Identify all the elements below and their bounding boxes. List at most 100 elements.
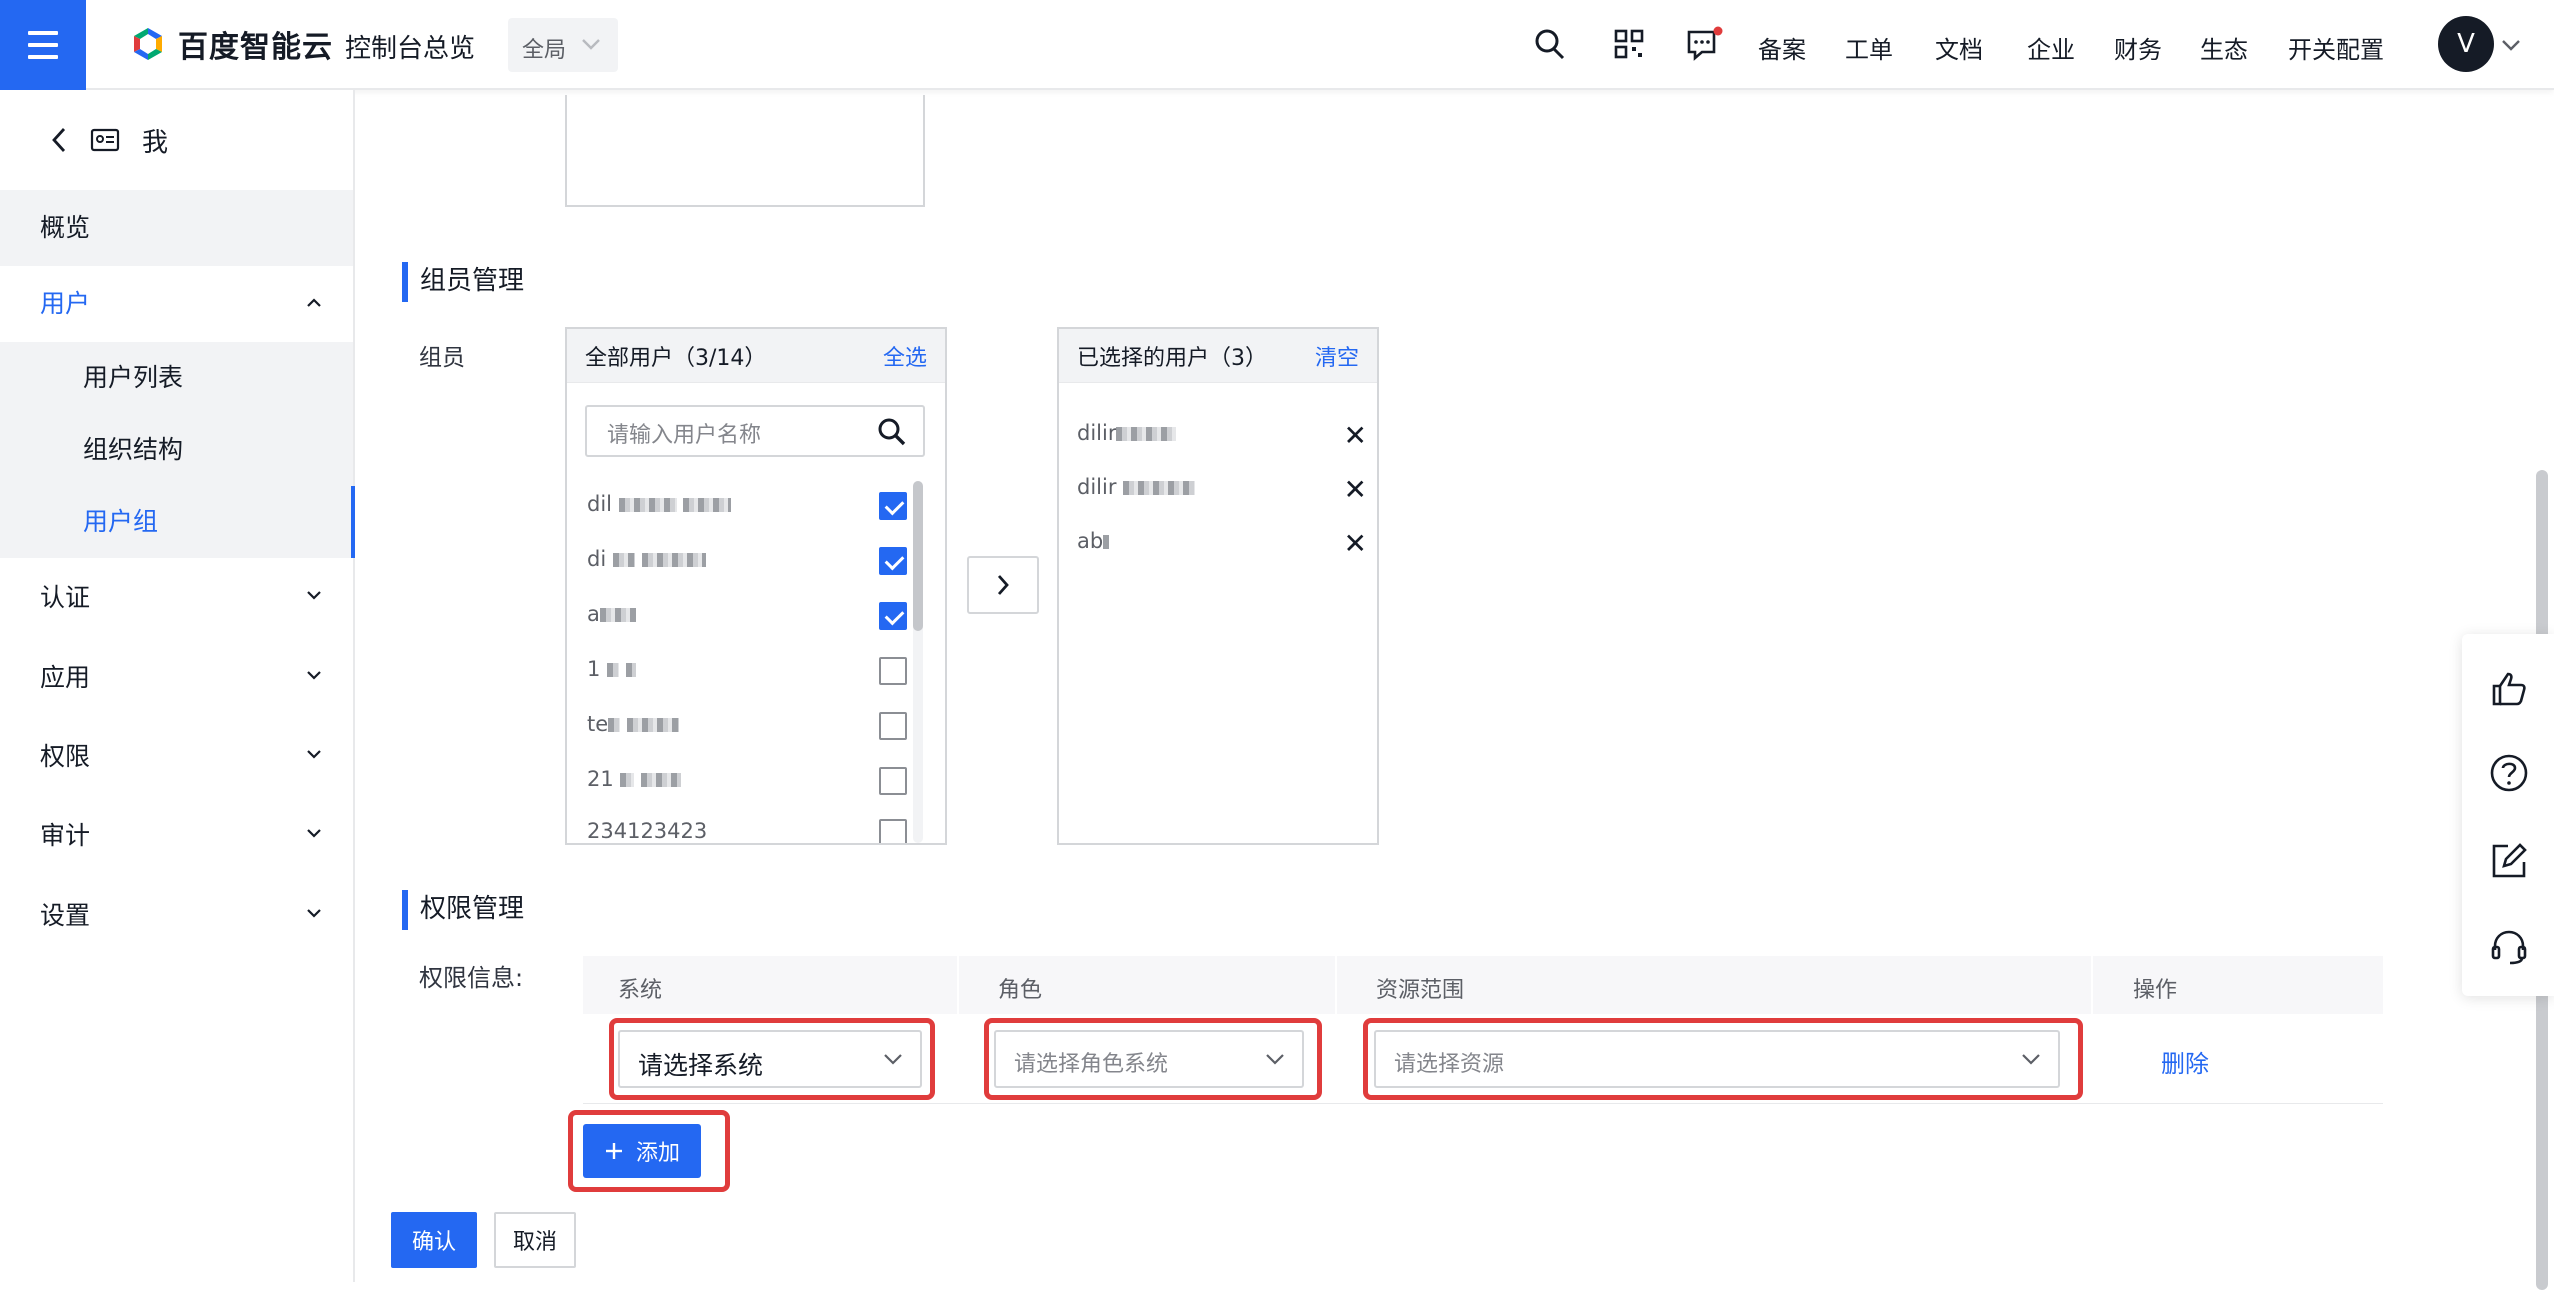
remove-user-icon[interactable]: ✕ [1344, 527, 1367, 560]
thumbs-up-icon[interactable] [2488, 668, 2530, 710]
user-checkbox-checked[interactable] [879, 602, 907, 630]
user-avatar[interactable]: V [2438, 16, 2494, 72]
search-icon[interactable] [1533, 26, 1567, 62]
chevron-down-icon[interactable] [2500, 36, 2522, 54]
nav-link-finance[interactable]: 财务 [2114, 30, 2162, 65]
sidebar-item-label: 用户组 [83, 507, 159, 536]
column-header-system: 系统 [618, 978, 663, 1003]
nav-link-ticket[interactable]: 工单 [1845, 30, 1893, 65]
user-name: 1 [587, 657, 601, 681]
redacted-text [641, 553, 706, 567]
hamburger-menu-button[interactable] [0, 0, 86, 90]
highlight-box [1363, 1018, 2083, 1100]
baidu-cloud-logo[interactable]: 百度智能云 [128, 22, 333, 66]
sidebar-item-auth[interactable]: 认证 [0, 558, 353, 638]
clear-selected-link[interactable]: 清空 [1315, 340, 1359, 372]
user-checkbox-checked[interactable] [879, 492, 907, 520]
chevron-down-icon [582, 39, 600, 50]
sidebar-subitem-user-group[interactable]: 用户组 [0, 486, 355, 558]
scrollbar-thumb[interactable] [913, 481, 923, 631]
column-header-role: 角色 [998, 978, 1043, 1003]
user-checkbox[interactable] [879, 712, 907, 740]
headset-support-icon[interactable] [2488, 926, 2530, 968]
sidebar-item-label: 组织结构 [83, 435, 184, 464]
user-name: 21 [587, 767, 614, 791]
chevron-down-icon [307, 671, 321, 680]
sidebar-header: 我 [0, 90, 353, 190]
redacted-text [1116, 427, 1177, 441]
nav-link-docs[interactable]: 文档 [1935, 30, 1983, 65]
redacted-text [1103, 535, 1110, 549]
sidebar-item-label: 设置 [40, 901, 91, 930]
back-arrow-icon[interactable] [50, 126, 68, 154]
sidebar-item-audit[interactable]: 审计 [0, 796, 353, 876]
user-list-item[interactable]: te [587, 712, 907, 742]
redacted-text [620, 773, 635, 787]
user-list-item[interactable]: 21 [587, 767, 907, 797]
delete-row-link[interactable]: 删除 [2161, 1044, 2209, 1079]
remove-user-icon[interactable]: ✕ [1344, 419, 1367, 452]
cancel-button[interactable]: 取消 [494, 1212, 576, 1268]
user-name: ab [1077, 529, 1104, 553]
sidebar-item-users[interactable]: 用户 [0, 266, 353, 342]
console-overview-link[interactable]: 控制台总览 [345, 28, 475, 65]
region-selector[interactable]: 全局 [508, 18, 618, 72]
user-checkbox[interactable] [879, 767, 907, 795]
move-right-button[interactable] [967, 556, 1039, 614]
user-name: te [587, 712, 609, 736]
user-list-item[interactable]: 234123423 [587, 819, 907, 843]
sidebar-item-label: 权限 [40, 742, 91, 771]
selected-users-panel: 已选择的用户（3） 清空 dilir ✕ dilir ✕ ab ✕ [1057, 327, 1379, 845]
highlight-box [609, 1018, 935, 1100]
sidebar-item-permissions[interactable]: 权限 [0, 717, 353, 796]
permission-table-header: 系统 角色 资源范围 操作 [583, 956, 2383, 1014]
redacted-text [599, 608, 636, 622]
column-divider [957, 956, 959, 1014]
sidebar-item-apps[interactable]: 应用 [0, 638, 353, 717]
user-checkbox[interactable] [879, 657, 907, 685]
user-name: dilir [1077, 421, 1117, 445]
user-checkbox[interactable] [879, 819, 907, 843]
list-clip: 234123423 [567, 819, 927, 843]
selected-user-item: ab ✕ [1077, 527, 1367, 560]
nav-link-ecosystem[interactable]: 生态 [2200, 30, 2248, 65]
sidebar-item-overview[interactable]: 概览 [0, 190, 353, 266]
user-name: a [587, 602, 600, 626]
sidebar-item-settings[interactable]: 设置 [0, 876, 353, 956]
user-search-input[interactable]: 请输入用户名称 [585, 405, 925, 457]
redacted-text [641, 773, 682, 787]
id-card-icon [90, 128, 120, 152]
sidebar-subitem-user-list[interactable]: 用户列表 [0, 342, 353, 414]
redacted-text [618, 498, 677, 512]
redacted-text [612, 553, 635, 567]
search-icon[interactable] [877, 417, 907, 447]
sidebar-subitem-org-structure[interactable]: 组织结构 [0, 414, 353, 486]
qr-code-icon[interactable] [1612, 26, 1646, 62]
highlight-box [568, 1110, 730, 1192]
user-checkbox-checked[interactable] [879, 547, 907, 575]
user-list-scrollbar[interactable] [913, 481, 923, 843]
sidebar: 我 概览 用户 用户列表 组织结构 用户组 认证 应用 权限 审计 设置 [0, 90, 355, 1282]
remove-user-icon[interactable]: ✕ [1344, 473, 1367, 506]
message-icon[interactable] [1684, 26, 1724, 64]
user-list-item[interactable]: dil [587, 492, 907, 522]
redacted-text [683, 498, 732, 512]
user-list-item[interactable]: 1 [587, 657, 907, 687]
member-management-title: 组员管理 [402, 260, 524, 302]
permission-management-title: 权限管理 [402, 888, 524, 930]
nav-link-switch-config[interactable]: 开关配置 [2288, 30, 2384, 65]
confirm-button[interactable]: 确认 [391, 1212, 477, 1268]
column-header-resource-scope: 资源范围 [1376, 978, 1465, 1003]
question-icon[interactable] [2488, 752, 2530, 794]
nav-link-enterprise[interactable]: 企业 [2027, 30, 2075, 65]
chevron-down-icon [307, 909, 321, 918]
logo-cube-icon [132, 26, 164, 62]
select-all-link[interactable]: 全选 [883, 340, 927, 372]
user-list-item[interactable]: a [587, 602, 907, 632]
sidebar-item-label: 用户 [40, 289, 91, 318]
user-list-item[interactable]: di [587, 547, 907, 577]
edit-icon[interactable] [2488, 840, 2530, 882]
sidebar-title: 我 [142, 127, 169, 158]
description-textarea[interactable] [565, 95, 925, 207]
nav-link-filing[interactable]: 备案 [1758, 30, 1806, 65]
